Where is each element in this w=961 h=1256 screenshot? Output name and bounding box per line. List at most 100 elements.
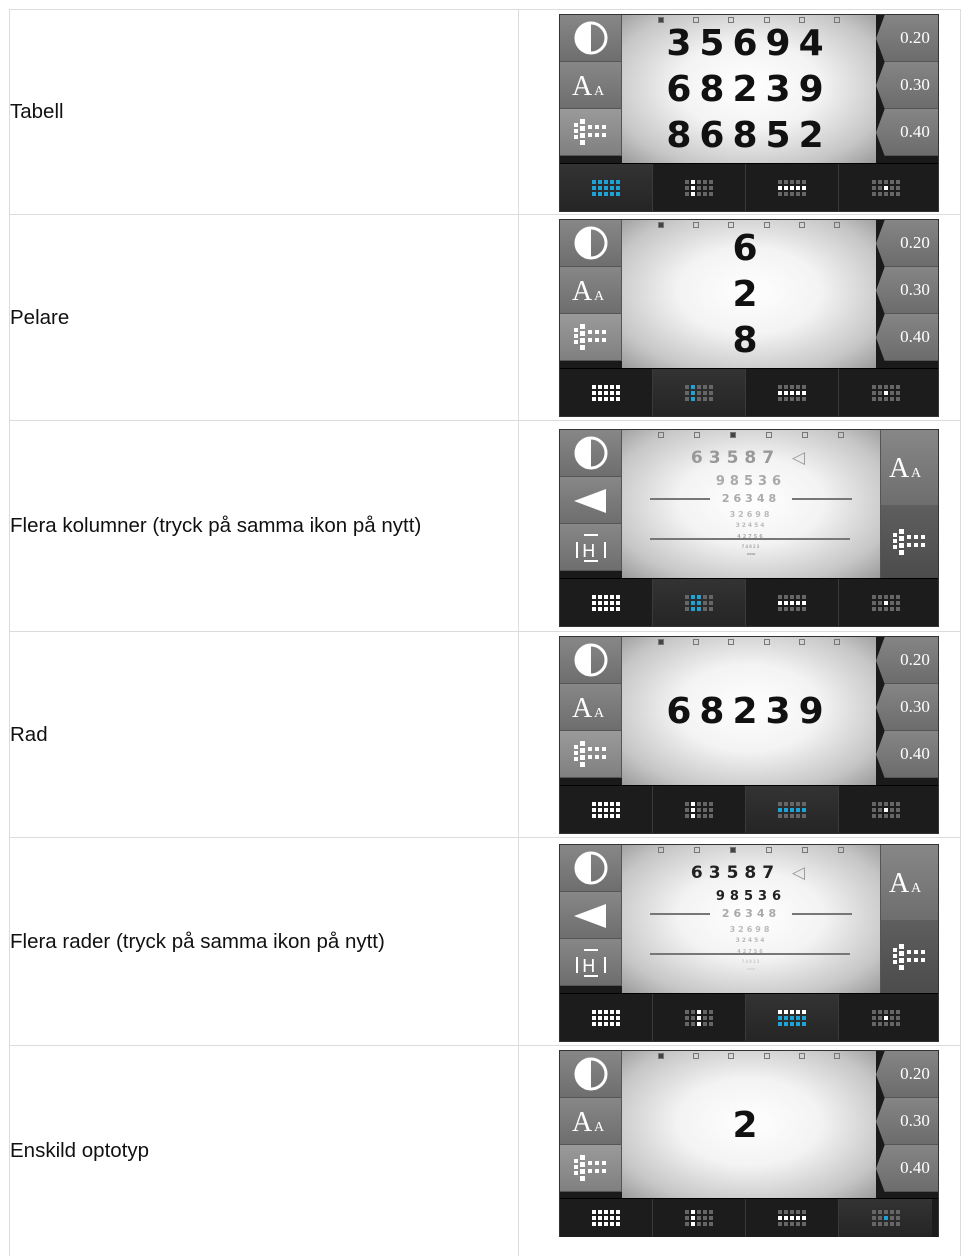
- layout-button[interactable]: [880, 920, 938, 993]
- layout-button[interactable]: [560, 731, 622, 778]
- svg-text:A: A: [572, 276, 593, 307]
- single-mode-icon: [871, 801, 900, 818]
- tab-column[interactable]: [653, 786, 746, 833]
- screen-cell: H 63587 ◁ 98536 26348 32698 32454 42756 …: [518, 837, 961, 1046]
- single-mode-icon: [871, 1210, 900, 1226]
- optotype-line: 32698: [729, 925, 773, 934]
- back-arrow-icon: [574, 904, 606, 928]
- acuity-button[interactable]: 0.40: [876, 109, 938, 156]
- row-mode-icon: [778, 384, 806, 401]
- tab-row[interactable]: [746, 1199, 839, 1237]
- layout-button[interactable]: [560, 109, 622, 156]
- tab-column[interactable]: [653, 1199, 746, 1237]
- font-size-icon: AA: [572, 693, 605, 724]
- tab-single[interactable]: [839, 164, 932, 211]
- acuity-button[interactable]: 0.30: [876, 62, 938, 109]
- tab-column[interactable]: [653, 369, 746, 416]
- screen-cell: AA 35694 68239 86852 0.20 0.30 0.40: [518, 9, 961, 215]
- single-mode-icon: [871, 179, 900, 196]
- contrast-button[interactable]: [560, 637, 622, 684]
- tab-table[interactable]: [560, 1199, 653, 1237]
- back-button[interactable]: [560, 892, 622, 939]
- optotype-line: 32698: [729, 510, 773, 519]
- tab-single[interactable]: [839, 994, 932, 1041]
- tab-table[interactable]: [560, 579, 653, 626]
- contrast-button[interactable]: [560, 15, 622, 62]
- svg-text:H: H: [582, 541, 596, 562]
- acuity-button[interactable]: 0.20: [876, 1051, 938, 1098]
- mode-label: Enskild optotyp: [9, 1045, 519, 1256]
- font-size-icon: AA: [889, 453, 922, 484]
- tab-single[interactable]: [839, 786, 932, 833]
- optotype-line: 98536: [715, 474, 787, 489]
- tab-column[interactable]: [653, 994, 746, 1041]
- mode-tab-bar: [560, 163, 938, 211]
- acuity-button[interactable]: 0.40: [876, 314, 938, 361]
- layout-button[interactable]: [560, 314, 622, 361]
- optotype-line: 68239: [666, 691, 832, 732]
- font-size-button[interactable]: AA: [560, 1098, 622, 1145]
- tab-single[interactable]: [839, 1199, 932, 1237]
- font-size-button[interactable]: AA: [880, 845, 938, 920]
- font-size-button[interactable]: AA: [560, 267, 622, 314]
- svg-text:A: A: [889, 868, 910, 899]
- device-screen: AA 35694 68239 86852 0.20 0.30 0.40: [559, 14, 939, 212]
- font-size-button[interactable]: AA: [880, 430, 938, 505]
- acuity-button[interactable]: 0.20: [876, 637, 938, 684]
- tab-row[interactable]: [746, 579, 839, 626]
- column-mode-icon: [685, 1210, 713, 1226]
- svg-text:A: A: [594, 706, 605, 721]
- optotype-line: 26348: [721, 492, 781, 505]
- contrast-button[interactable]: [560, 1051, 622, 1098]
- optotype-line: 63587 ◁: [690, 863, 812, 883]
- layout-button[interactable]: [560, 1145, 622, 1192]
- contrast-button[interactable]: [560, 220, 622, 267]
- tab-row[interactable]: [746, 369, 839, 416]
- tab-row[interactable]: [746, 164, 839, 211]
- svg-text:A: A: [911, 881, 922, 896]
- h-button[interactable]: H: [560, 524, 622, 571]
- tab-row[interactable]: [746, 786, 839, 833]
- table-mode-icon: [592, 594, 620, 611]
- tab-single[interactable]: [839, 369, 932, 416]
- mode-label: Flera rader (tryck på samma ikon på nytt…: [9, 837, 519, 1046]
- chart-view: 2: [622, 1051, 876, 1199]
- back-button[interactable]: [560, 477, 622, 524]
- tab-table[interactable]: [560, 164, 653, 211]
- tab-column[interactable]: [653, 164, 746, 211]
- font-size-button[interactable]: AA: [560, 684, 622, 731]
- svg-text:A: A: [594, 84, 605, 99]
- h-letter-icon: H: [576, 949, 606, 977]
- svg-text:A: A: [572, 1107, 593, 1138]
- screen-cell: AA 2 0.20 0.30 0.40: [518, 1045, 961, 1256]
- acuity-button[interactable]: 0.30: [876, 684, 938, 731]
- mode-label: Rad: [9, 631, 519, 838]
- mode-row-multi-row: Flera rader (tryck på samma ikon på nytt…: [9, 837, 961, 1046]
- tab-table[interactable]: [560, 994, 653, 1041]
- layout-button[interactable]: [880, 505, 938, 578]
- single-mode-icon: [871, 1009, 900, 1026]
- acuity-button[interactable]: 0.40: [876, 1145, 938, 1192]
- font-size-button[interactable]: AA: [560, 62, 622, 109]
- acuity-button[interactable]: 0.30: [876, 267, 938, 314]
- column-mode-icon: [685, 1009, 713, 1026]
- contrast-icon: [574, 436, 608, 470]
- chart-view: 6 2 8: [622, 220, 876, 368]
- single-mode-icon: [871, 594, 900, 611]
- acuity-button[interactable]: 0.40: [876, 731, 938, 778]
- tab-row[interactable]: [746, 994, 839, 1041]
- layout-grid-icon: [574, 1155, 606, 1181]
- mode-tab-bar: [560, 1198, 938, 1237]
- tab-table[interactable]: [560, 369, 653, 416]
- optotype-line: 6: [732, 228, 766, 269]
- h-button[interactable]: H: [560, 939, 622, 986]
- acuity-button[interactable]: 0.30: [876, 1098, 938, 1145]
- tab-column[interactable]: [653, 579, 746, 626]
- contrast-button[interactable]: [560, 845, 622, 892]
- acuity-button[interactable]: 0.20: [876, 220, 938, 267]
- tab-single[interactable]: [839, 579, 932, 626]
- layout-grid-icon: [574, 119, 606, 145]
- tab-table[interactable]: [560, 786, 653, 833]
- acuity-button[interactable]: 0.20: [876, 15, 938, 62]
- contrast-button[interactable]: [560, 430, 622, 477]
